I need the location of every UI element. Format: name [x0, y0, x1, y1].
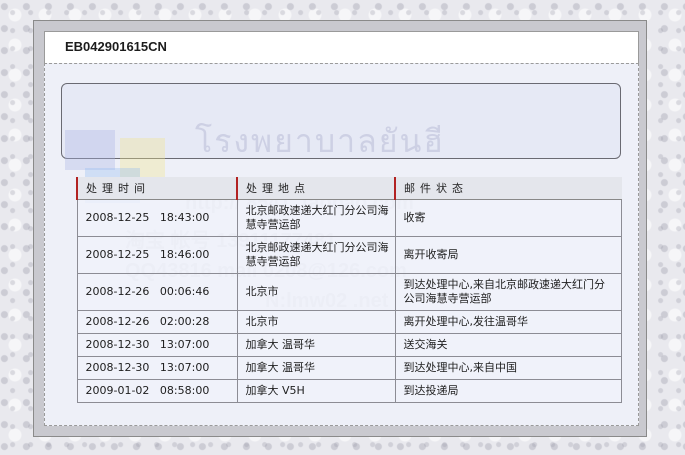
tracking-number: EB042901615CN: [65, 39, 167, 54]
row-time: 2008-12-30 13:07:00: [76, 333, 238, 357]
tracking-header: EB042901615CN: [44, 31, 639, 64]
message-box: [61, 83, 621, 159]
row-status: 离开处理中心,发往温哥华: [394, 310, 623, 334]
row-status: 送交海关: [394, 333, 623, 357]
row-status: 离开收寄局: [394, 236, 623, 274]
row-status: 到达投递局: [394, 379, 623, 403]
row-time: 2008-12-26 02:00:28: [76, 310, 238, 334]
row-location: 加拿大 温哥华: [236, 356, 396, 380]
row-location: 北京市: [236, 273, 396, 311]
header-time: 处理时间: [75, 177, 238, 200]
header-location: 处理地点: [236, 177, 396, 200]
table-row: 2008-12-25 18:46:00 北京邮政速递大红门分公司海慧寺营运部 离…: [76, 236, 623, 274]
row-location: 北京邮政速递大红门分公司海慧寺营运部: [236, 236, 396, 274]
table-row: 2008-12-30 13:07:00 加拿大 温哥华 送交海关: [76, 333, 623, 357]
header-status: 邮件状态: [394, 177, 622, 200]
row-status: 收寄: [394, 199, 623, 237]
row-location: 北京邮政速递大红门分公司海慧寺营运部: [236, 199, 396, 237]
table-row: 2008-12-26 00:06:46 北京市 到达处理中心,来自北京邮政速递大…: [76, 273, 623, 311]
table-header-row: 处理时间 处理地点 邮件状态: [75, 177, 622, 200]
table-row: 2008-12-25 18:43:00 北京邮政速递大红门分公司海慧寺营运部 收…: [76, 199, 623, 237]
tracking-table: 处理时间 处理地点 邮件状态 2008-12-25 18:43:00 北京邮政速…: [75, 177, 623, 403]
row-time: 2008-12-25 18:43:00: [76, 199, 238, 237]
row-location: 加拿大 温哥华: [236, 333, 396, 357]
row-location: 北京市: [236, 310, 396, 334]
row-status: 到达处理中心,来自中国: [394, 356, 623, 380]
row-location: 加拿大 V5H: [236, 379, 396, 403]
row-status: 到达处理中心,来自北京邮政速递大红门分公司海慧寺营运部: [394, 273, 623, 311]
tracking-content: โรงพยาบาลยันฮี http:// 8541 .taobao.com …: [44, 63, 639, 426]
table-row: 2008-12-26 02:00:28 北京市 离开处理中心,发往温哥华: [76, 310, 623, 334]
table-row: 2009-01-02 08:58:00 加拿大 V5H 到达投递局: [76, 379, 623, 403]
row-time: 2008-12-30 13:07:00: [76, 356, 238, 380]
row-time: 2009-01-02 08:58:00: [76, 379, 238, 403]
table-row: 2008-12-30 13:07:00 加拿大 温哥华 到达处理中心,来自中国: [76, 356, 623, 380]
row-time: 2008-12-25 18:46:00: [76, 236, 238, 274]
row-time: 2008-12-26 00:06:46: [76, 273, 238, 311]
